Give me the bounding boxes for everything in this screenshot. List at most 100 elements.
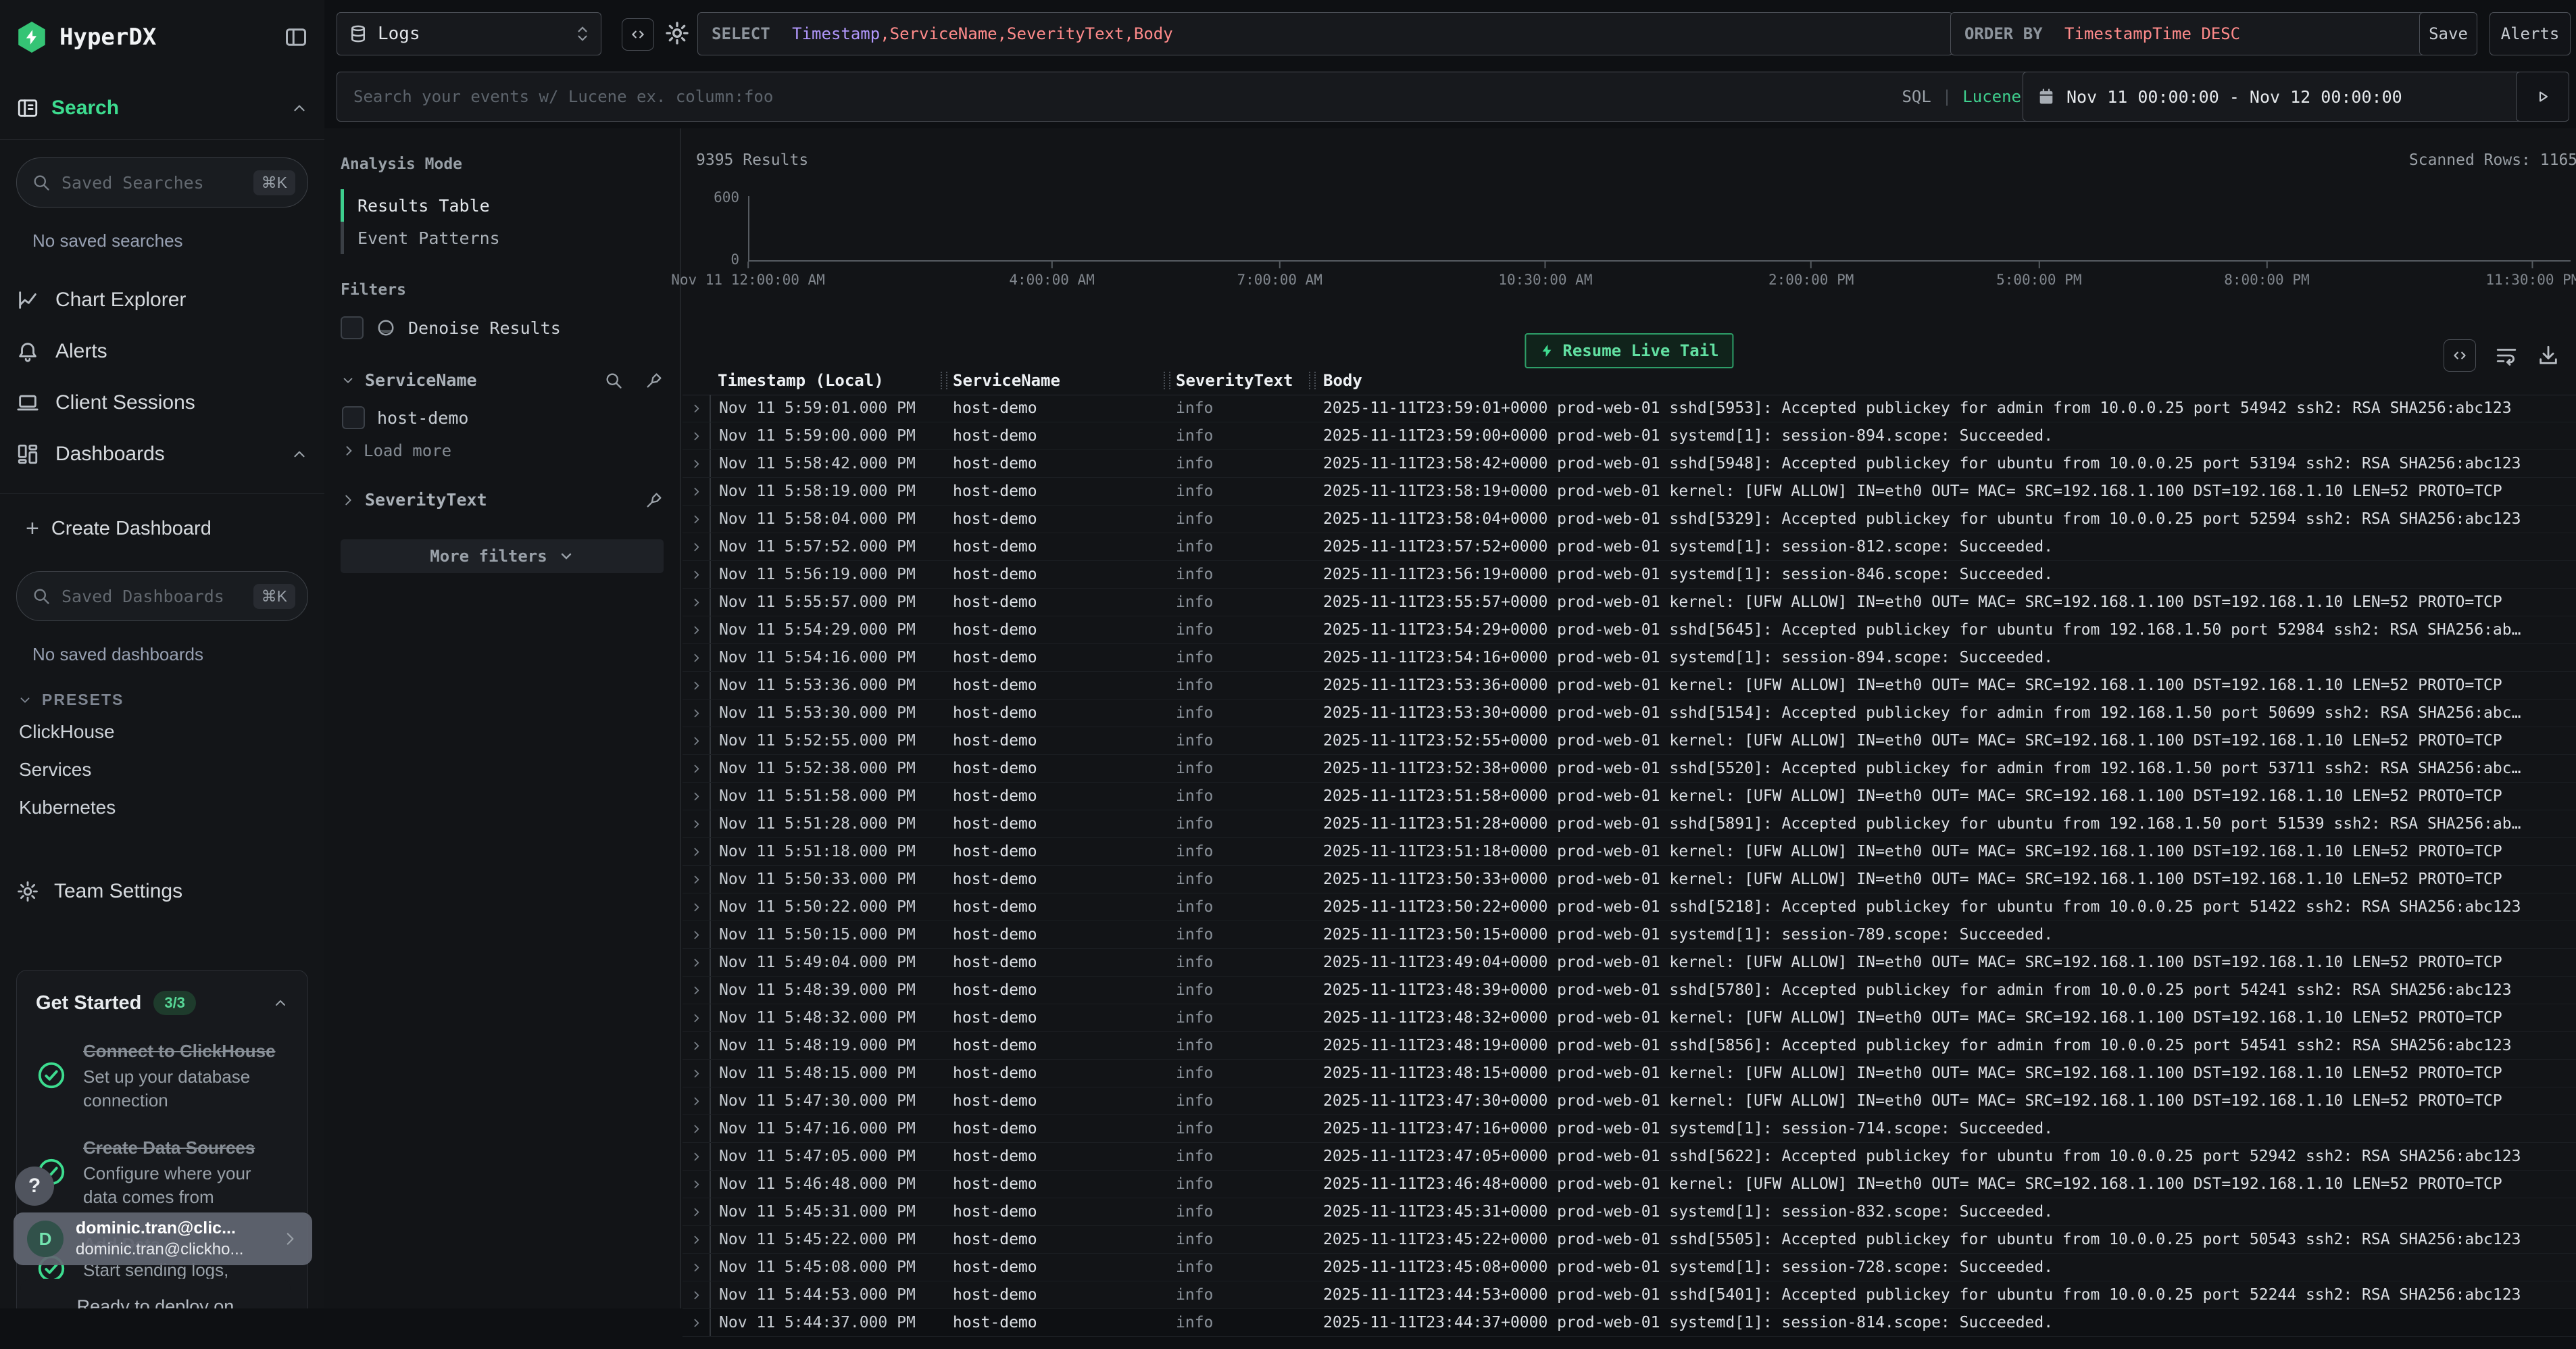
row-expand-icon[interactable] xyxy=(683,541,710,553)
table-row[interactable]: Nov 11 5:58:19.000 PM host-demo info 202… xyxy=(683,478,2576,506)
table-row[interactable]: Nov 11 5:51:18.000 PM host-demo info 202… xyxy=(683,838,2576,866)
row-expand-icon[interactable] xyxy=(683,791,710,802)
table-row[interactable]: Nov 11 5:47:30.000 PM host-demo info 202… xyxy=(683,1087,2576,1115)
preset-clickhouse[interactable]: ClickHouse xyxy=(16,713,308,751)
row-expand-icon[interactable] xyxy=(683,403,710,414)
row-expand-icon[interactable] xyxy=(683,1123,710,1135)
chevron-up-icon[interactable] xyxy=(272,995,289,1011)
table-row[interactable]: Nov 11 5:53:36.000 PM host-demo info 202… xyxy=(683,672,2576,700)
source-select[interactable]: Logs xyxy=(337,12,601,55)
table-row[interactable]: Nov 11 5:48:19.000 PM host-demo info 202… xyxy=(683,1032,2576,1060)
table-row[interactable]: Nov 11 5:58:42.000 PM host-demo info 202… xyxy=(683,450,2576,478)
table-row[interactable]: Nov 11 5:45:22.000 PM host-demo info 202… xyxy=(683,1226,2576,1254)
event-search-box[interactable]: SQL | Lucene xyxy=(337,72,2037,122)
table-row[interactable]: Nov 11 5:44:37.000 PM host-demo info 202… xyxy=(683,1309,2576,1337)
row-expand-icon[interactable] xyxy=(683,624,710,636)
filter-group-servicename[interactable]: ServiceName xyxy=(341,370,664,390)
row-expand-icon[interactable] xyxy=(683,1040,710,1052)
row-expand-icon[interactable] xyxy=(683,902,710,913)
chevron-up-icon[interactable] xyxy=(291,445,308,463)
row-expand-icon[interactable] xyxy=(683,486,710,497)
load-more-button[interactable]: Load more xyxy=(342,441,664,460)
row-expand-icon[interactable] xyxy=(683,846,710,858)
sidebar-item-chart-explorer[interactable]: Chart Explorer xyxy=(16,274,308,326)
table-row[interactable]: Nov 11 5:45:31.000 PM host-demo info 202… xyxy=(683,1198,2576,1226)
order-by-input[interactable]: ORDER BY TimestampTime DESC xyxy=(1950,12,2435,55)
row-expand-icon[interactable] xyxy=(683,569,710,581)
row-expand-icon[interactable] xyxy=(683,1206,710,1218)
sidebar-item-dashboards[interactable]: Dashboards xyxy=(16,428,308,480)
chevron-up-icon[interactable] xyxy=(291,99,308,117)
table-row[interactable]: Nov 11 5:51:58.000 PM host-demo info 202… xyxy=(683,783,2576,810)
create-dashboard-button[interactable]: + Create Dashboard xyxy=(16,504,308,554)
row-expand-icon[interactable] xyxy=(683,1068,710,1079)
table-row[interactable]: Nov 11 5:45:08.000 PM host-demo info 202… xyxy=(683,1254,2576,1281)
code-view-button[interactable] xyxy=(622,18,654,51)
help-button[interactable]: ? xyxy=(15,1167,54,1206)
sidebar-item-team-settings[interactable]: Team Settings xyxy=(16,871,308,912)
table-row[interactable]: Nov 11 5:50:22.000 PM host-demo info 202… xyxy=(683,893,2576,921)
saved-dashboards-input[interactable] xyxy=(60,586,244,607)
table-row[interactable]: Nov 11 5:51:28.000 PM host-demo info 202… xyxy=(683,810,2576,838)
row-expand-icon[interactable] xyxy=(683,874,710,885)
table-row[interactable]: Nov 11 5:48:32.000 PM host-demo info 202… xyxy=(683,1004,2576,1032)
row-expand-icon[interactable] xyxy=(683,1262,710,1273)
row-expand-icon[interactable] xyxy=(683,1317,710,1329)
table-row[interactable]: Nov 11 5:52:38.000 PM host-demo info 202… xyxy=(683,755,2576,783)
run-query-button[interactable] xyxy=(2516,72,2569,122)
table-row[interactable]: Nov 11 5:54:29.000 PM host-demo info 202… xyxy=(683,616,2576,644)
sidebar-item-alerts[interactable]: Alerts xyxy=(16,326,308,377)
row-expand-icon[interactable] xyxy=(683,1234,710,1246)
table-row[interactable]: Nov 11 5:49:04.000 PM host-demo info 202… xyxy=(683,949,2576,977)
date-range-picker[interactable]: Nov 11 00:00:00 - Nov 12 00:00:00 xyxy=(2023,72,2527,122)
row-expand-icon[interactable] xyxy=(683,1179,710,1190)
table-row[interactable]: Nov 11 5:50:15.000 PM host-demo info 202… xyxy=(683,921,2576,949)
saved-searches-input[interactable] xyxy=(60,172,244,193)
row-expand-icon[interactable] xyxy=(683,652,710,664)
row-expand-icon[interactable] xyxy=(683,680,710,691)
preset-kubernetes[interactable]: Kubernetes xyxy=(16,789,308,827)
col-timestamp[interactable]: Timestamp (Local) xyxy=(710,371,945,390)
table-row[interactable]: Nov 11 5:47:16.000 PM host-demo info 202… xyxy=(683,1115,2576,1143)
alerts-button[interactable]: Alerts xyxy=(2490,12,2571,55)
row-expand-icon[interactable] xyxy=(683,1096,710,1107)
table-row[interactable]: Nov 11 5:44:53.000 PM host-demo info 202… xyxy=(683,1281,2576,1309)
row-expand-icon[interactable] xyxy=(683,763,710,775)
select-clause-input[interactable]: SELECT Timestamp,ServiceName,SeverityTex… xyxy=(697,12,1953,55)
table-row[interactable]: Nov 11 5:58:04.000 PM host-demo info 202… xyxy=(683,506,2576,533)
table-row[interactable]: Nov 11 5:59:00.000 PM host-demo info 202… xyxy=(683,422,2576,450)
row-expand-icon[interactable] xyxy=(683,735,710,747)
mode-results-table[interactable]: Results Table xyxy=(341,189,664,222)
sql-mode-toggle[interactable]: SQL xyxy=(1902,87,1931,106)
table-row[interactable]: Nov 11 5:57:52.000 PM host-demo info 202… xyxy=(683,533,2576,561)
table-row[interactable]: Nov 11 5:54:16.000 PM host-demo info 202… xyxy=(683,644,2576,672)
row-expand-icon[interactable] xyxy=(683,514,710,525)
servicename-host-demo-checkbox[interactable] xyxy=(342,406,365,429)
row-expand-icon[interactable] xyxy=(683,597,710,608)
saved-searches-search[interactable]: ⌘K xyxy=(16,157,308,207)
text-wrap-toggle[interactable] xyxy=(2495,344,2518,367)
filter-search-icon[interactable] xyxy=(604,371,623,390)
row-expand-icon[interactable] xyxy=(683,1290,710,1301)
denoise-checkbox[interactable] xyxy=(341,316,364,339)
col-body[interactable]: Body xyxy=(1315,371,2576,390)
row-expand-icon[interactable] xyxy=(683,929,710,941)
column-resize-handle[interactable] xyxy=(1164,372,1170,389)
row-expand-icon[interactable] xyxy=(683,431,710,442)
preset-services[interactable]: Services xyxy=(16,751,308,789)
collapse-sidebar-icon[interactable] xyxy=(284,25,308,49)
pin-icon[interactable] xyxy=(645,491,664,510)
table-row[interactable]: Nov 11 5:48:15.000 PM host-demo info 202… xyxy=(683,1060,2576,1087)
get-started-step[interactable]: Connect to ClickHouse Set up your databa… xyxy=(36,1039,289,1112)
col-severitytext[interactable]: SeverityText xyxy=(1168,371,1315,390)
table-row[interactable]: Nov 11 5:53:30.000 PM host-demo info 202… xyxy=(683,700,2576,727)
user-menu[interactable]: D dominic.tran@clic... dominic.tran@clic… xyxy=(14,1212,312,1265)
get-started-step[interactable]: Create Data Sources Configure where your… xyxy=(36,1136,289,1208)
query-settings-gear-icon[interactable] xyxy=(664,20,691,47)
row-expand-icon[interactable] xyxy=(683,985,710,996)
event-search-input[interactable] xyxy=(352,87,1889,107)
row-expand-icon[interactable] xyxy=(683,818,710,830)
table-row[interactable]: Nov 11 5:52:55.000 PM host-demo info 202… xyxy=(683,727,2576,755)
more-filters-button[interactable]: More filters xyxy=(341,539,664,573)
presets-toggle[interactable]: PRESETS xyxy=(18,691,308,709)
